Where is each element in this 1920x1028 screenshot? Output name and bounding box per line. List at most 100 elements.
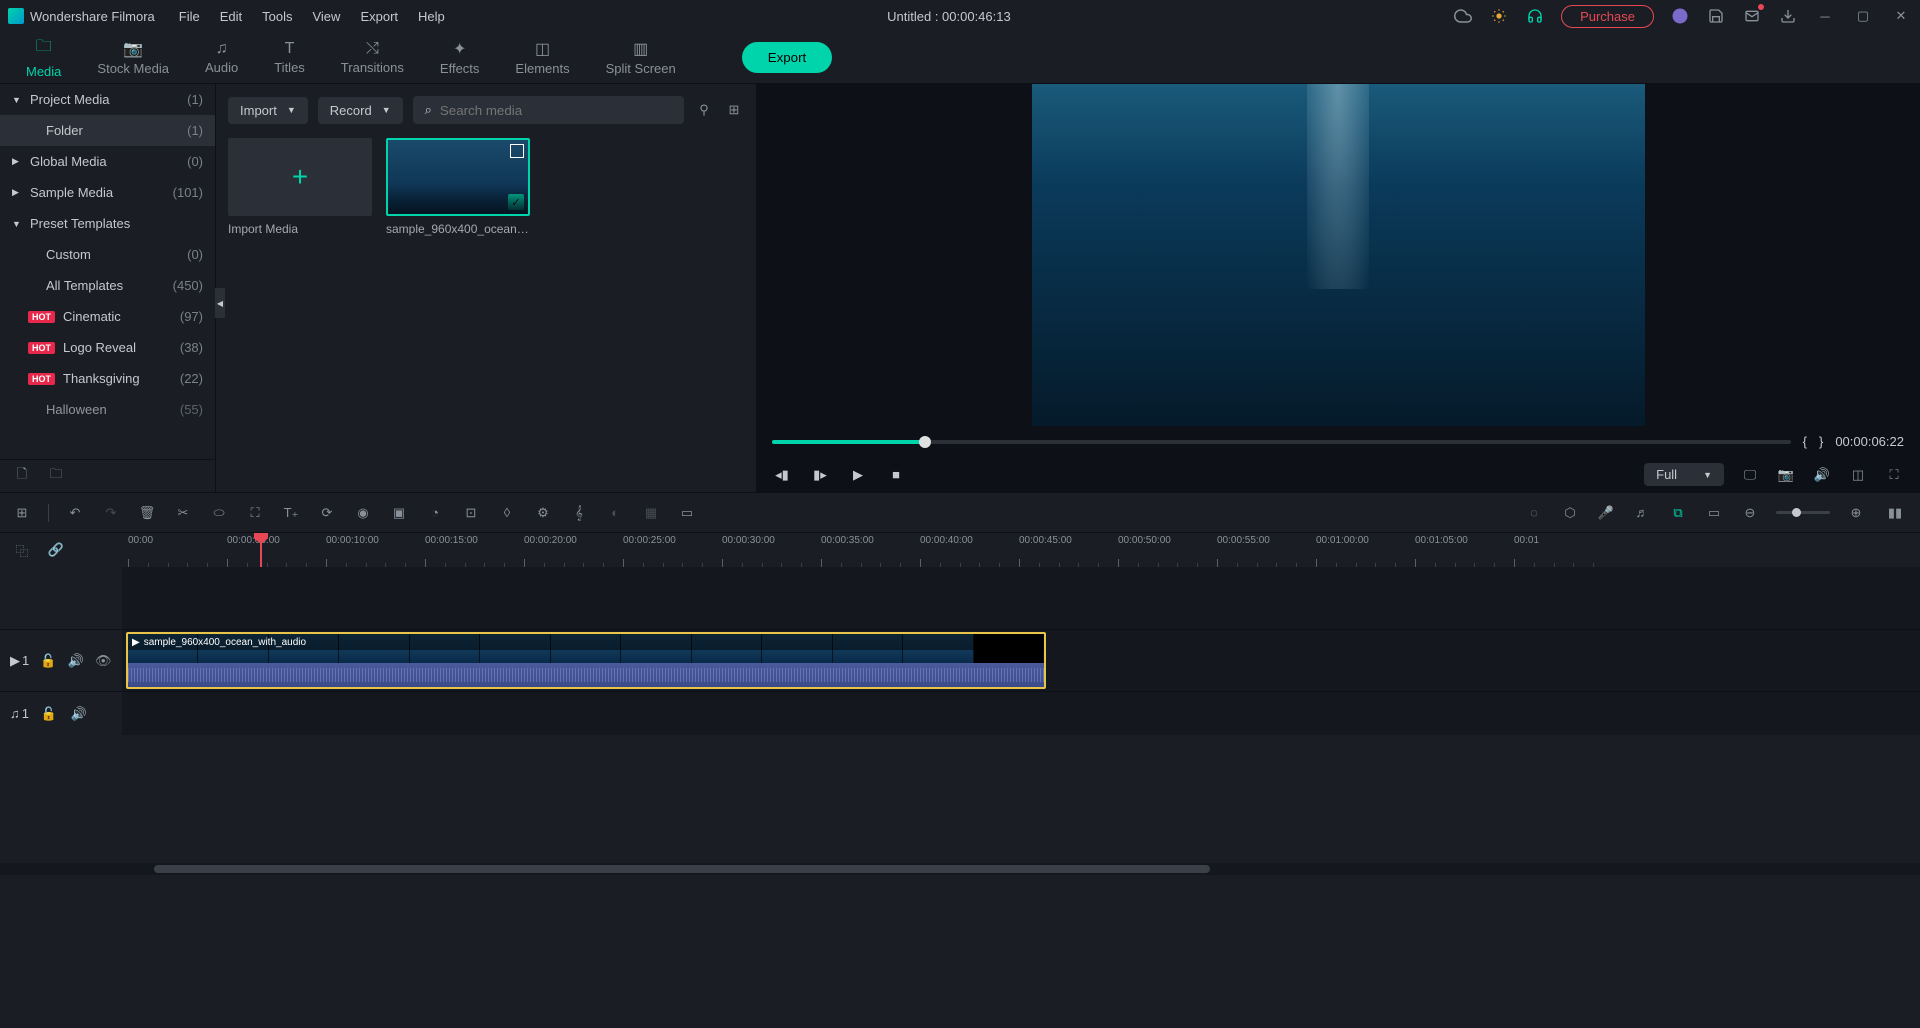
sidebar-item-project-media[interactable]: ▼Project Media(1) [0,84,215,115]
cloud-icon[interactable] [1453,6,1473,26]
folder-icon[interactable]: 🗀 [46,466,66,486]
audio-track-content[interactable] [122,692,1920,735]
tab-titles[interactable]: TTitles [256,34,323,81]
sidebar-item-cinematic[interactable]: HOTCinematic(97) [0,301,215,332]
play-pause-button[interactable]: ▮▸ [810,465,830,485]
zoom-slider[interactable] [1776,511,1830,514]
display-icon[interactable]: 🖵 [1740,465,1760,485]
menu-tools[interactable]: Tools [262,9,292,24]
delete-button[interactable]: 🗑 [137,503,157,523]
visibility-icon[interactable]: 👁 [94,651,112,671]
mute-icon[interactable]: 🔊 [69,704,89,724]
tab-media[interactable]: 🗀Media [8,29,79,87]
snapshot-icon[interactable]: 📷 [1776,465,1796,485]
search-media-input[interactable]: ⌕ [413,96,684,124]
progress-thumb[interactable] [919,436,931,448]
sidebar-item-halloween[interactable]: Halloween(55) [0,394,215,425]
timeline-scrollbar[interactable] [0,863,1920,875]
purchase-button[interactable]: Purchase [1561,5,1654,28]
motion-button[interactable]: ◐ [605,503,625,523]
color-button[interactable]: ◉ [353,503,373,523]
quality-dropdown[interactable]: Full▼ [1644,463,1724,486]
marker-icon[interactable]: ⬡ [1560,503,1580,523]
text-button[interactable]: T₊ [281,503,301,523]
mixer-icon[interactable]: ◌ [1524,503,1544,523]
menu-export[interactable]: Export [360,9,398,24]
video-track-content[interactable]: ▶sample_960x400_ocean_with_audio [122,630,1920,691]
audio-button[interactable]: 𝄞 [569,503,589,523]
mask-button[interactable]: ◊ [497,503,517,523]
tab-transitions[interactable]: ⤭Transitions [323,34,422,81]
sidebar-item-global-media[interactable]: ▶Global Media(0) [0,146,215,177]
lightbulb-icon[interactable] [1489,6,1509,26]
menu-edit[interactable]: Edit [220,9,242,24]
save-icon[interactable] [1706,6,1726,26]
timeline-clip[interactable]: ▶sample_960x400_ocean_with_audio [126,632,1046,689]
tab-elements[interactable]: ◫Elements [497,33,587,82]
sidebar-item-custom[interactable]: Custom(0) [0,239,215,270]
filter-icon[interactable]: ⚲ [694,100,714,120]
headphones-icon[interactable] [1525,6,1545,26]
detect-button[interactable]: ⊡ [461,503,481,523]
audio-mixer-icon[interactable]: ♬ [1632,503,1652,523]
media-item-ocean[interactable]: ✓ sample_960x400_ocean_... [386,138,530,236]
redo-button[interactable]: ↷ [101,503,121,523]
new-folder-icon[interactable]: 🗋 [12,466,32,486]
menu-help[interactable]: Help [418,9,445,24]
sidebar-item-logo-reveal[interactable]: HOTLogo Reveal(38) [0,332,215,363]
mail-icon[interactable] [1742,6,1762,26]
prev-frame-button[interactable]: ◂▮ [772,465,792,485]
tab-split-screen[interactable]: ▥Split Screen [588,33,694,82]
layout-icon[interactable]: ⊞ [12,503,32,523]
tab-audio[interactable]: ♫Audio [187,34,256,81]
undo-button[interactable]: ↶ [65,503,85,523]
magnet-icon[interactable]: ⧉ [1668,503,1688,523]
pip-icon[interactable]: ◫ [1848,465,1868,485]
crop-button[interactable]: ⛶ [245,503,265,523]
mark-in-icon[interactable]: { [1803,434,1807,449]
fit-icon[interactable]: ▮▮ [1882,503,1908,523]
minimize-button[interactable]: ─ [1814,5,1836,27]
fullscreen-icon[interactable]: ⛶ [1884,465,1904,485]
collapse-sidebar-button[interactable]: ◀ [215,288,225,318]
sidebar-item-folder[interactable]: Folder(1) [0,115,215,146]
export-button[interactable]: Export [742,42,833,73]
sidebar-item-sample-media[interactable]: ▶Sample Media(101) [0,177,215,208]
volume-icon[interactable]: 🔊 [1812,465,1832,485]
zoom-thumb[interactable] [1792,508,1801,517]
tab-effects[interactable]: ✦Effects [422,33,498,82]
menu-file[interactable]: File [179,9,200,24]
preview-video[interactable] [1032,84,1645,426]
link-icon[interactable]: ▭ [1704,503,1724,523]
mark-out-icon[interactable]: } [1819,434,1823,449]
green-screen-button[interactable]: ▣ [389,503,409,523]
close-button[interactable]: ✕ [1890,5,1912,27]
lock-icon[interactable]: 🔓 [39,651,57,671]
sidebar-item-preset-templates[interactable]: ▼Preset Templates [0,208,215,239]
menu-view[interactable]: View [312,9,340,24]
mute-icon[interactable]: 🔊 [67,651,85,671]
play-button[interactable]: ▶ [848,465,868,485]
scrollbar-thumb[interactable] [154,865,1210,873]
download-icon[interactable] [1778,6,1798,26]
zoom-in-button[interactable]: ⊕ [1846,503,1866,523]
export-clip-button[interactable]: ▭ [677,503,697,523]
tab-stock-media[interactable]: 📷Stock Media [79,33,187,82]
avatar-icon[interactable] [1670,6,1690,26]
keyframe-button[interactable]: ◔ [425,503,445,523]
tag-icon[interactable]: ⬭ [209,503,229,523]
sidebar-item-all-templates[interactable]: All Templates(450) [0,270,215,301]
cut-button[interactable]: ✂ [173,503,193,523]
maximize-button[interactable]: ▢ [1852,5,1874,27]
search-field[interactable] [440,103,672,118]
stop-button[interactable]: ■ [886,465,906,485]
grid-view-icon[interactable]: ⊞ [724,100,744,120]
link-toggle-icon[interactable]: 🔗 [46,540,66,560]
lock-icon[interactable]: 🔓 [39,704,59,724]
speed-button[interactable]: ⟳ [317,503,337,523]
import-media-tile[interactable]: + Import Media [228,138,372,236]
zoom-out-button[interactable]: ⊖ [1740,503,1760,523]
voiceover-icon[interactable]: 🎤 [1596,503,1616,523]
copy-icon[interactable]: ⿻ [12,540,32,560]
sidebar-item-thanksgiving[interactable]: HOTThanksgiving(22) [0,363,215,394]
